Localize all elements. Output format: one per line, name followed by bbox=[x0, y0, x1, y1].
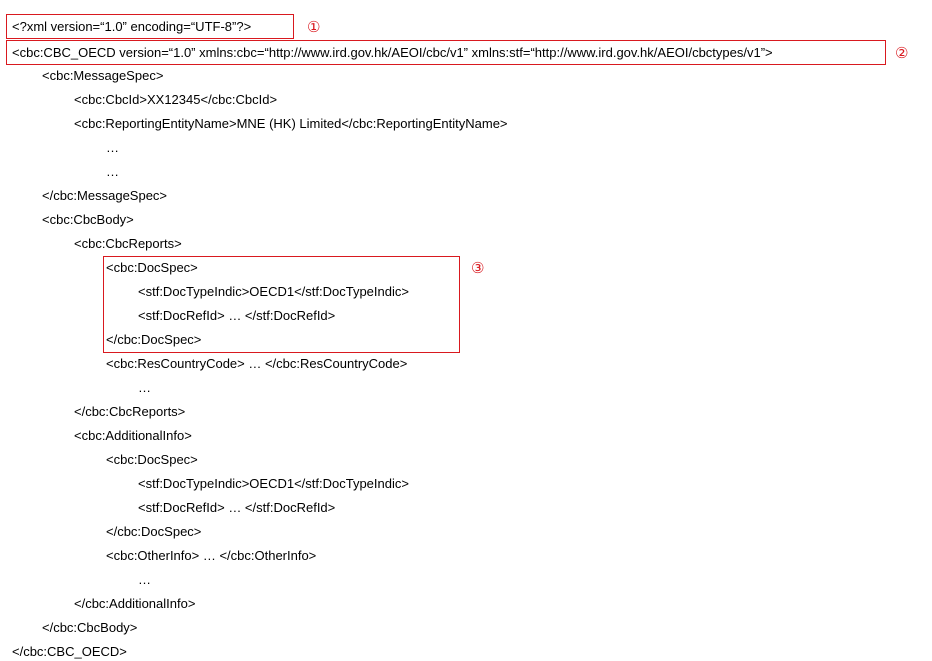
marker-2: ② bbox=[895, 44, 909, 62]
doc-spec-highlight-box bbox=[103, 256, 460, 353]
root-element-highlight-box bbox=[6, 40, 886, 65]
reporting-entity-name-element: <cbc:ReportingEntityName>MNE (HK) Limite… bbox=[74, 116, 508, 131]
root-element-close: </cbc:CBC_OECD> bbox=[12, 644, 127, 659]
cbc-id-element: <cbc:CbcId>XX12345</cbc:CbcId> bbox=[74, 92, 278, 107]
additional-info-close: </cbc:AdditionalInfo> bbox=[74, 596, 196, 611]
res-country-code-element: <cbc:ResCountryCode> … </cbc:ResCountryC… bbox=[106, 356, 408, 371]
message-spec-open: <cbc:MessageSpec> bbox=[42, 68, 164, 83]
other-info-element: <cbc:OtherInfo> … </cbc:OtherInfo> bbox=[106, 548, 317, 563]
additional-info-open: <cbc:AdditionalInfo> bbox=[74, 428, 192, 443]
cbc-reports-close: </cbc:CbcReports> bbox=[74, 404, 186, 419]
ellipsis-line: … bbox=[138, 572, 151, 587]
ellipsis-line: … bbox=[106, 164, 119, 179]
cbc-body-close: </cbc:CbcBody> bbox=[42, 620, 138, 635]
xml-declaration-highlight-box bbox=[6, 14, 294, 39]
doc-spec-open: <cbc:DocSpec> bbox=[106, 452, 198, 467]
ellipsis-line: … bbox=[138, 380, 151, 395]
cbc-body-open: <cbc:CbcBody> bbox=[42, 212, 134, 227]
ellipsis-line: … bbox=[106, 140, 119, 155]
doc-spec-close: </cbc:DocSpec> bbox=[106, 524, 202, 539]
message-spec-close: </cbc:MessageSpec> bbox=[42, 188, 168, 203]
cbc-reports-open: <cbc:CbcReports> bbox=[74, 236, 182, 251]
doc-ref-id-element: <stf:DocRefId> … </stf:DocRefId> bbox=[138, 500, 336, 515]
marker-3: ③ bbox=[471, 259, 485, 277]
doc-type-indic-element: <stf:DocTypeIndic>OECD1</stf:DocTypeIndi… bbox=[138, 476, 409, 491]
marker-1: ① bbox=[307, 18, 321, 36]
